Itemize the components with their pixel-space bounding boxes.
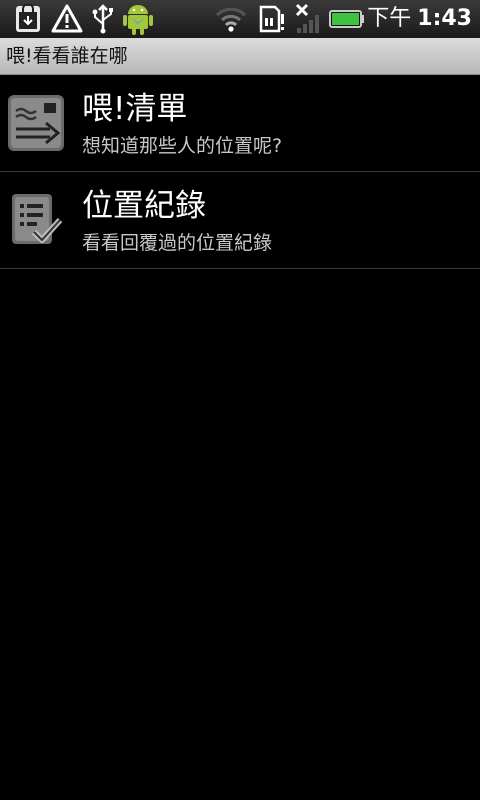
android-icon [120, 3, 156, 35]
list-item-hey-list[interactable]: 喂!清單 想知道那些人的位置呢? [0, 75, 480, 172]
market-download-icon [12, 3, 44, 35]
list-item-title: 位置紀錄 [82, 188, 206, 224]
app-title: 喂!看看誰在哪 [6, 45, 128, 67]
menu-list: 喂!清單 想知道那些人的位置呢? 位置紀錄 看看回覆過的位置紀錄 [0, 75, 480, 269]
status-bar: 下午 1:43 [0, 0, 480, 39]
list-item-subtitle: 看看回覆過的位置紀錄 [82, 232, 273, 254]
sd-card-icon [256, 3, 286, 35]
battery-icon [328, 3, 366, 35]
usb-icon [90, 3, 116, 35]
no-signal-icon [292, 3, 324, 35]
app-title-bar: 喂!看看誰在哪 [0, 38, 480, 75]
status-clock: 下午 1:43 [367, 4, 472, 34]
list-item-subtitle: 想知道那些人的位置呢? [82, 135, 283, 157]
checklist-icon [6, 190, 66, 250]
clock-period: 下午 [367, 6, 412, 31]
clock-time: 1:43 [417, 6, 472, 31]
list-item-title: 喂!清單 [82, 91, 188, 127]
wifi-icon [214, 3, 248, 35]
list-send-icon [6, 93, 66, 153]
warning-icon [50, 3, 84, 35]
list-item-location-history[interactable]: 位置紀錄 看看回覆過的位置紀錄 [0, 172, 480, 269]
